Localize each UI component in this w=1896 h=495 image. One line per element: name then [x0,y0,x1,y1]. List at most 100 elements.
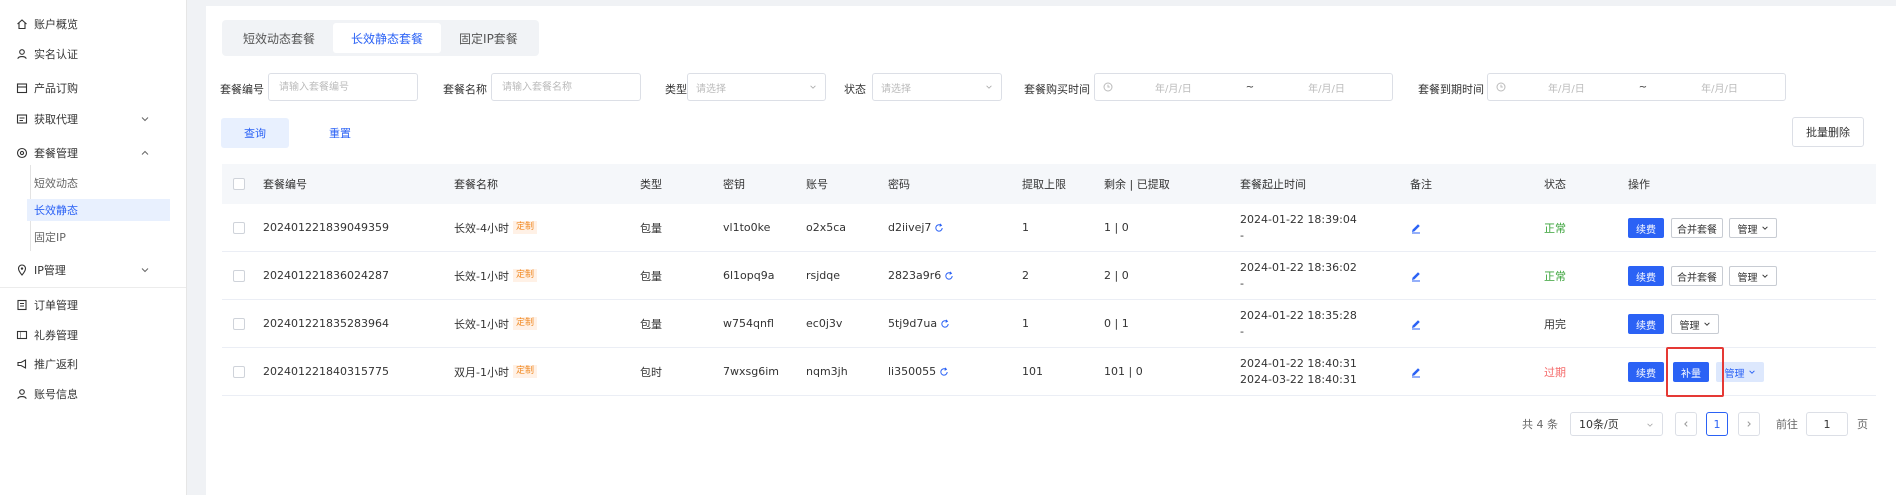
package-name-label: 套餐名称 [443,83,487,96]
expire-date-range[interactable]: 年/月/日 ~ 年/月/日 [1487,73,1786,101]
edit-note-icon[interactable] [1410,252,1422,299]
query-button[interactable]: 查询 [221,118,289,148]
row-checkbox[interactable] [233,204,245,251]
refresh-icon[interactable] [940,318,950,329]
refresh-icon[interactable] [939,366,949,377]
cell-account: o2x5ca [806,221,847,234]
chevron-down-icon [1761,226,1768,230]
col-limit: 提取上限 [1022,178,1066,191]
end-time: 2024-03-22 18:40:31 [1240,372,1357,386]
manage-label: 管理 [1679,320,1700,332]
manage-dropdown[interactable]: 管理 [1671,314,1719,334]
type-select[interactable]: 请选择 [687,73,826,101]
sidebar-item-label: 套餐管理 [34,147,78,160]
status-text: 用完 [1544,317,1566,331]
manage-label: 管理 [1724,368,1745,380]
refresh-icon[interactable] [934,222,944,233]
end-time: - [1240,324,1244,338]
status-select[interactable]: 请选择 [872,73,1002,101]
goto-page-input[interactable]: 1 [1806,412,1848,436]
row-checkbox[interactable] [233,252,245,299]
manage-dropdown[interactable]: 管理 [1729,218,1777,238]
sidebar: 账户概览 实名认证 产品订购 获取代理 套餐管理 短效动态 长效静态 固定IP … [0,0,187,495]
expire-end-date[interactable]: 年/月/日 [1701,80,1738,95]
cell-type: 包量 [640,221,662,235]
clock-icon [1496,82,1506,92]
cell-remain: 1 | 0 [1104,221,1129,234]
sidebar-item-orders[interactable]: 订单管理 [0,294,186,316]
prev-page-button[interactable] [1675,412,1697,436]
sidebar-item-ip[interactable]: IP管理 [0,259,186,281]
tab-short-dynamic[interactable]: 短效动态套餐 [225,23,333,53]
tab-long-static[interactable]: 长效静态套餐 [333,23,442,53]
purchase-date-range[interactable]: 年/月/日 ~ 年/月/日 [1094,73,1393,101]
cell-package-name: 长效-1小时 定制 [454,300,537,347]
end-time: - [1240,276,1244,290]
status-text: 正常 [1544,221,1566,235]
cell-password: li350055 [888,348,949,395]
edit-note-icon[interactable] [1410,300,1422,347]
next-page-button[interactable] [1738,412,1760,436]
renew-button[interactable]: 续费 [1628,266,1664,286]
row-checkbox[interactable] [233,300,245,347]
refresh-icon[interactable] [944,270,954,281]
select-all-checkbox[interactable] [233,164,245,204]
user-check-icon [16,48,28,60]
page-number-current[interactable]: 1 [1706,412,1728,436]
cell-password: d2iivej7 [888,204,944,251]
sidebar-sub-short-dynamic[interactable]: 短效动态 [27,172,170,194]
cell-type: 包量 [640,269,662,283]
manage-label: 管理 [1737,224,1758,236]
sidebar-item-promotion[interactable]: 推广返利 [0,353,186,375]
page-size-select[interactable]: 10条/页 [1570,412,1663,436]
manage-dropdown[interactable]: 管理 [1729,266,1777,286]
sidebar-item-label: 获取代理 [34,113,78,126]
col-account: 账号 [806,178,828,191]
renew-button[interactable]: 续费 [1628,314,1664,334]
sidebar-item-overview[interactable]: 账户概览 [0,13,186,35]
cell-package-no: 202401221835283964 [263,317,389,330]
edit-note-icon[interactable] [1410,204,1422,251]
row-checkbox[interactable] [233,348,245,395]
edit-note-icon[interactable] [1410,348,1422,395]
merge-button[interactable]: 合并套餐 [1671,218,1723,238]
cell-type: 包时 [640,365,662,379]
merge-button[interactable]: 合并套餐 [1671,266,1723,286]
table-row: 202401221840315775 双月-1小时 定制 包时 7wxsg6im … [222,347,1876,397]
package-name-field[interactable] [491,73,641,101]
renew-button[interactable]: 续费 [1628,218,1664,238]
sidebar-item-verification[interactable]: 实名认证 [0,43,186,65]
sidebar-sub-long-static[interactable]: 长效静态 [27,199,170,221]
cell-limit: 2 [1022,269,1029,282]
col-package-no: 套餐编号 [263,178,307,191]
reset-button[interactable]: 重置 [306,118,374,148]
table-row: 202401221835283964 长效-1小时 定制 包量 w754qnfl … [222,300,1876,348]
renew-button[interactable]: 续费 [1628,362,1664,382]
expire-start-date[interactable]: 年/月/日 [1548,80,1585,95]
package-name-text: 双月-1小时 [454,365,509,379]
sidebar-item-products[interactable]: 产品订购 [0,77,186,99]
tab-fixed-ip[interactable]: 固定IP套餐 [441,23,536,53]
page-size-value: 10条/页 [1579,418,1619,431]
package-no-field[interactable] [268,73,418,101]
package-name-input[interactable] [500,80,640,94]
start-time: 2024-01-22 18:36:02 [1240,260,1357,274]
sidebar-sub-fixed-ip[interactable]: 固定IP [27,226,170,248]
purchase-start-date[interactable]: 年/月/日 [1155,80,1192,95]
sidebar-item-label: 推广返利 [34,358,78,371]
page-unit-label: 页 [1857,418,1868,431]
chevron-down-icon [141,117,149,122]
col-status: 状态 [1544,178,1566,191]
cell-package-name: 长效-4小时 定制 [454,204,537,251]
package-no-input[interactable] [277,80,417,94]
bulk-delete-button[interactable]: 批量删除 [1792,117,1864,147]
sidebar-item-packages[interactable]: 套餐管理 [0,142,186,164]
cell-package-name: 长效-1小时 定制 [454,252,537,299]
sidebar-item-coupons[interactable]: 礼券管理 [0,324,186,346]
sidebar-item-account[interactable]: 账号信息 [0,383,186,405]
custom-tag: 定制 [512,365,537,378]
cell-account: nqm3jh [806,365,848,378]
purchase-end-date[interactable]: 年/月/日 [1308,80,1345,95]
sidebar-item-proxy[interactable]: 获取代理 [0,108,186,130]
end-time: - [1240,228,1244,242]
